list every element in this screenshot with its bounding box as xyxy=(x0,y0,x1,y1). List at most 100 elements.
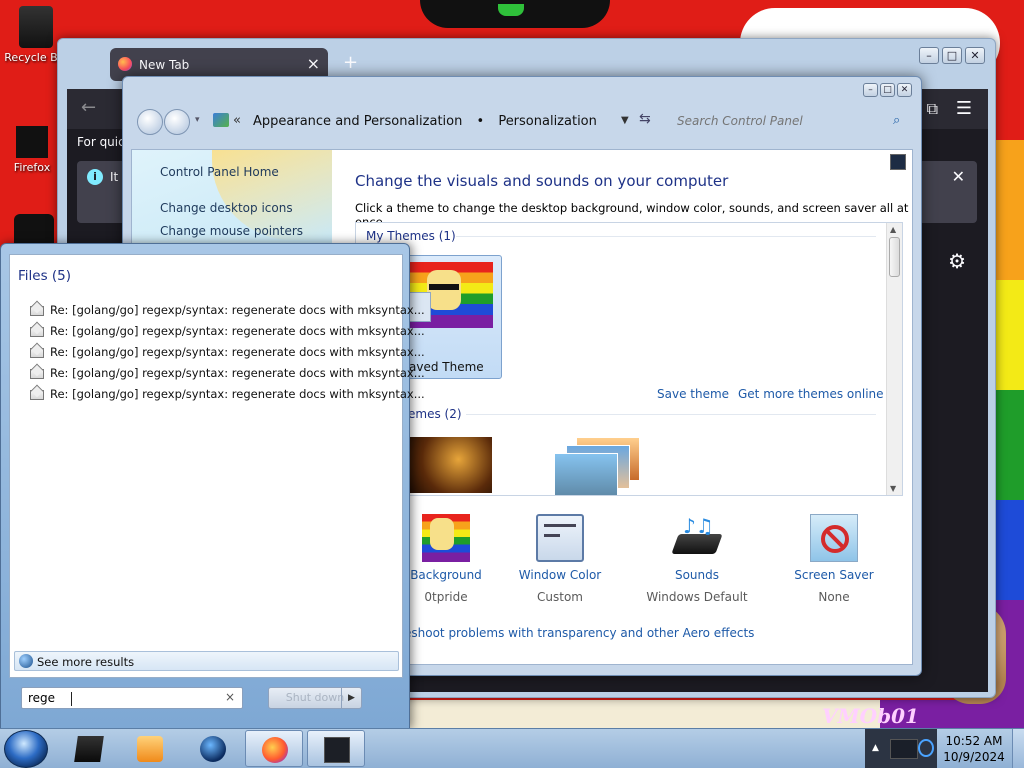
settings-gear-icon[interactable]: ⚙ xyxy=(948,249,966,273)
show-hidden-icons-icon[interactable]: ▲ xyxy=(872,743,879,753)
window-color-icon xyxy=(536,514,584,562)
troubleshoot-aero-link[interactable]: eshoot problems with transparency and ot… xyxy=(404,626,754,640)
recent-pages-dropdown-icon[interactable]: ▾ xyxy=(195,115,200,125)
forward-button[interactable] xyxy=(164,109,190,135)
address-dropdown-icon[interactable]: ▼ xyxy=(621,115,629,126)
screen-saver-icon xyxy=(810,514,858,562)
refresh-icon[interactable]: ⇆ xyxy=(639,111,651,127)
clock-date: 10/9/2024 xyxy=(943,750,1005,764)
page-title: Change the visuals and sounds on your co… xyxy=(355,172,729,190)
close-button[interactable]: ✕ xyxy=(965,47,985,64)
back-arrow-icon[interactable]: ← xyxy=(81,97,96,118)
start-menu: Files (5) Re: [golang/go] regexp/syntax:… xyxy=(0,243,425,729)
shutdown-label: Shut down xyxy=(285,691,345,704)
file-result[interactable]: Re: [golang/go] regexp/syntax: regenerat… xyxy=(30,345,425,365)
show-desktop-button[interactable] xyxy=(1012,729,1024,768)
taskbar-media-player[interactable] xyxy=(121,730,179,767)
volume-icon[interactable] xyxy=(918,739,934,757)
firefox-icon xyxy=(262,737,288,763)
cp-minimize-button[interactable]: – xyxy=(863,83,878,97)
more-themes-link[interactable]: Get more themes online xyxy=(738,387,884,401)
network-icon[interactable] xyxy=(890,739,918,759)
breadcrumb-separator: • xyxy=(476,114,485,129)
control-panel-taskbar-icon xyxy=(324,737,350,763)
scroll-down-icon[interactable]: ▼ xyxy=(890,484,896,493)
minimize-button[interactable]: – xyxy=(919,47,939,64)
text-cursor xyxy=(71,692,72,706)
extensions-icon[interactable]: ⧉ xyxy=(927,99,938,119)
wallpaper-text: VMOb01 xyxy=(822,704,919,728)
theme-scrollbar[interactable]: ▲ ▼ xyxy=(886,223,902,495)
firefox-favicon-icon xyxy=(118,57,132,71)
clear-search-icon[interactable]: × xyxy=(225,690,235,704)
info-icon: i xyxy=(87,169,103,185)
see-more-results-button[interactable]: See more results xyxy=(14,651,399,671)
email-icon xyxy=(30,305,44,316)
taskbar-browser[interactable] xyxy=(184,730,242,767)
window-color-button[interactable]: Window Color Custom xyxy=(500,514,620,604)
sidebar-item-home[interactable]: Control Panel Home xyxy=(160,165,279,179)
tool-value: None xyxy=(818,590,850,604)
tab-close-icon[interactable]: × xyxy=(307,54,320,73)
start-button[interactable] xyxy=(4,730,48,768)
taskbar-firefox[interactable] xyxy=(245,730,303,767)
scrollbar-thumb[interactable] xyxy=(889,237,900,277)
shutdown-button[interactable]: Shut down ▶ xyxy=(268,687,362,709)
search-input[interactable] xyxy=(663,109,913,133)
search-results-pane: Files (5) Re: [golang/go] regexp/syntax:… xyxy=(9,254,425,678)
email-icon xyxy=(30,347,44,358)
scroll-up-icon[interactable]: ▲ xyxy=(890,225,896,234)
search-globe-icon xyxy=(19,654,33,668)
my-themes-header: My Themes (1) xyxy=(366,229,456,243)
search-icon[interactable]: ⌕ xyxy=(893,113,900,128)
cp-maximize-button[interactable]: □ xyxy=(880,83,895,97)
theme-list: My Themes (1) aved Theme Save theme Get … xyxy=(355,222,903,496)
help-icon[interactable] xyxy=(890,154,906,170)
files-group-header[interactable]: Files (5) xyxy=(18,268,71,284)
info-close-icon[interactable]: ✕ xyxy=(952,167,965,186)
tab-title: New Tab xyxy=(139,58,190,72)
tool-name: Sounds xyxy=(674,568,720,582)
new-tab-button[interactable]: + xyxy=(343,52,358,73)
clock[interactable]: 10:52 AM 10/9/2024 xyxy=(938,733,1010,765)
sidebar-item-mouse-pointers[interactable]: Change mouse pointers xyxy=(160,224,303,238)
divider xyxy=(466,414,876,415)
cp-close-button[interactable]: ✕ xyxy=(897,83,912,97)
taskbar-explorer[interactable] xyxy=(60,730,118,767)
taskbar-control-panel[interactable] xyxy=(307,730,365,767)
desktop-background-icon xyxy=(422,514,470,562)
screen-saver-button[interactable]: Screen Saver None xyxy=(774,514,894,604)
email-icon xyxy=(30,368,44,379)
file-result[interactable]: Re: [golang/go] regexp/syntax: regenerat… xyxy=(30,324,425,344)
tool-name: Window Color xyxy=(518,568,602,582)
desktop-icon-label: Firefox xyxy=(13,161,51,174)
back-button[interactable] xyxy=(137,109,163,135)
email-icon xyxy=(30,389,44,400)
media-player-icon xyxy=(137,736,163,762)
maximize-button[interactable]: □ xyxy=(942,47,962,64)
breadcrumb-overflow-icon[interactable]: « xyxy=(233,113,241,128)
recycle-bin-icon xyxy=(19,6,53,48)
clock-time: 10:52 AM xyxy=(945,734,1003,748)
file-result[interactable]: Re: [golang/go] regexp/syntax: regenerat… xyxy=(30,303,425,323)
breadcrumb-personalization[interactable]: Personalization xyxy=(498,114,597,129)
firefox-shortcut-icon xyxy=(16,126,48,158)
see-more-results-label: See more results xyxy=(37,655,135,669)
file-result[interactable]: Re: [golang/go] regexp/syntax: regenerat… xyxy=(30,366,425,386)
breadcrumb: Appearance and Personalization • Persona… xyxy=(253,114,607,129)
sounds-button[interactable]: ♪♫ Sounds Windows Default xyxy=(637,514,757,604)
tool-name: Screen Saver xyxy=(794,568,874,582)
breadcrumb-appearance[interactable]: Appearance and Personalization xyxy=(253,114,462,129)
theme-thumbnail-2[interactable] xyxy=(546,437,640,495)
hamburger-menu-icon[interactable]: ☰ xyxy=(956,98,972,119)
theme-thumbnail-1[interactable] xyxy=(408,437,492,493)
desktop-icon-generic[interactable] xyxy=(14,214,54,244)
desktop-icon-firefox[interactable]: Firefox xyxy=(0,126,64,174)
explorer-icon xyxy=(74,736,104,762)
sidebar-item-desktop-icons[interactable]: Change desktop icons xyxy=(160,201,293,215)
installed-themes-header: emes (2) xyxy=(408,407,462,421)
shutdown-options-icon[interactable]: ▶ xyxy=(341,688,361,708)
save-theme-link[interactable]: Save theme xyxy=(657,387,729,401)
file-result[interactable]: Re: [golang/go] regexp/syntax: regenerat… xyxy=(30,387,425,407)
start-search-input[interactable] xyxy=(21,687,243,709)
